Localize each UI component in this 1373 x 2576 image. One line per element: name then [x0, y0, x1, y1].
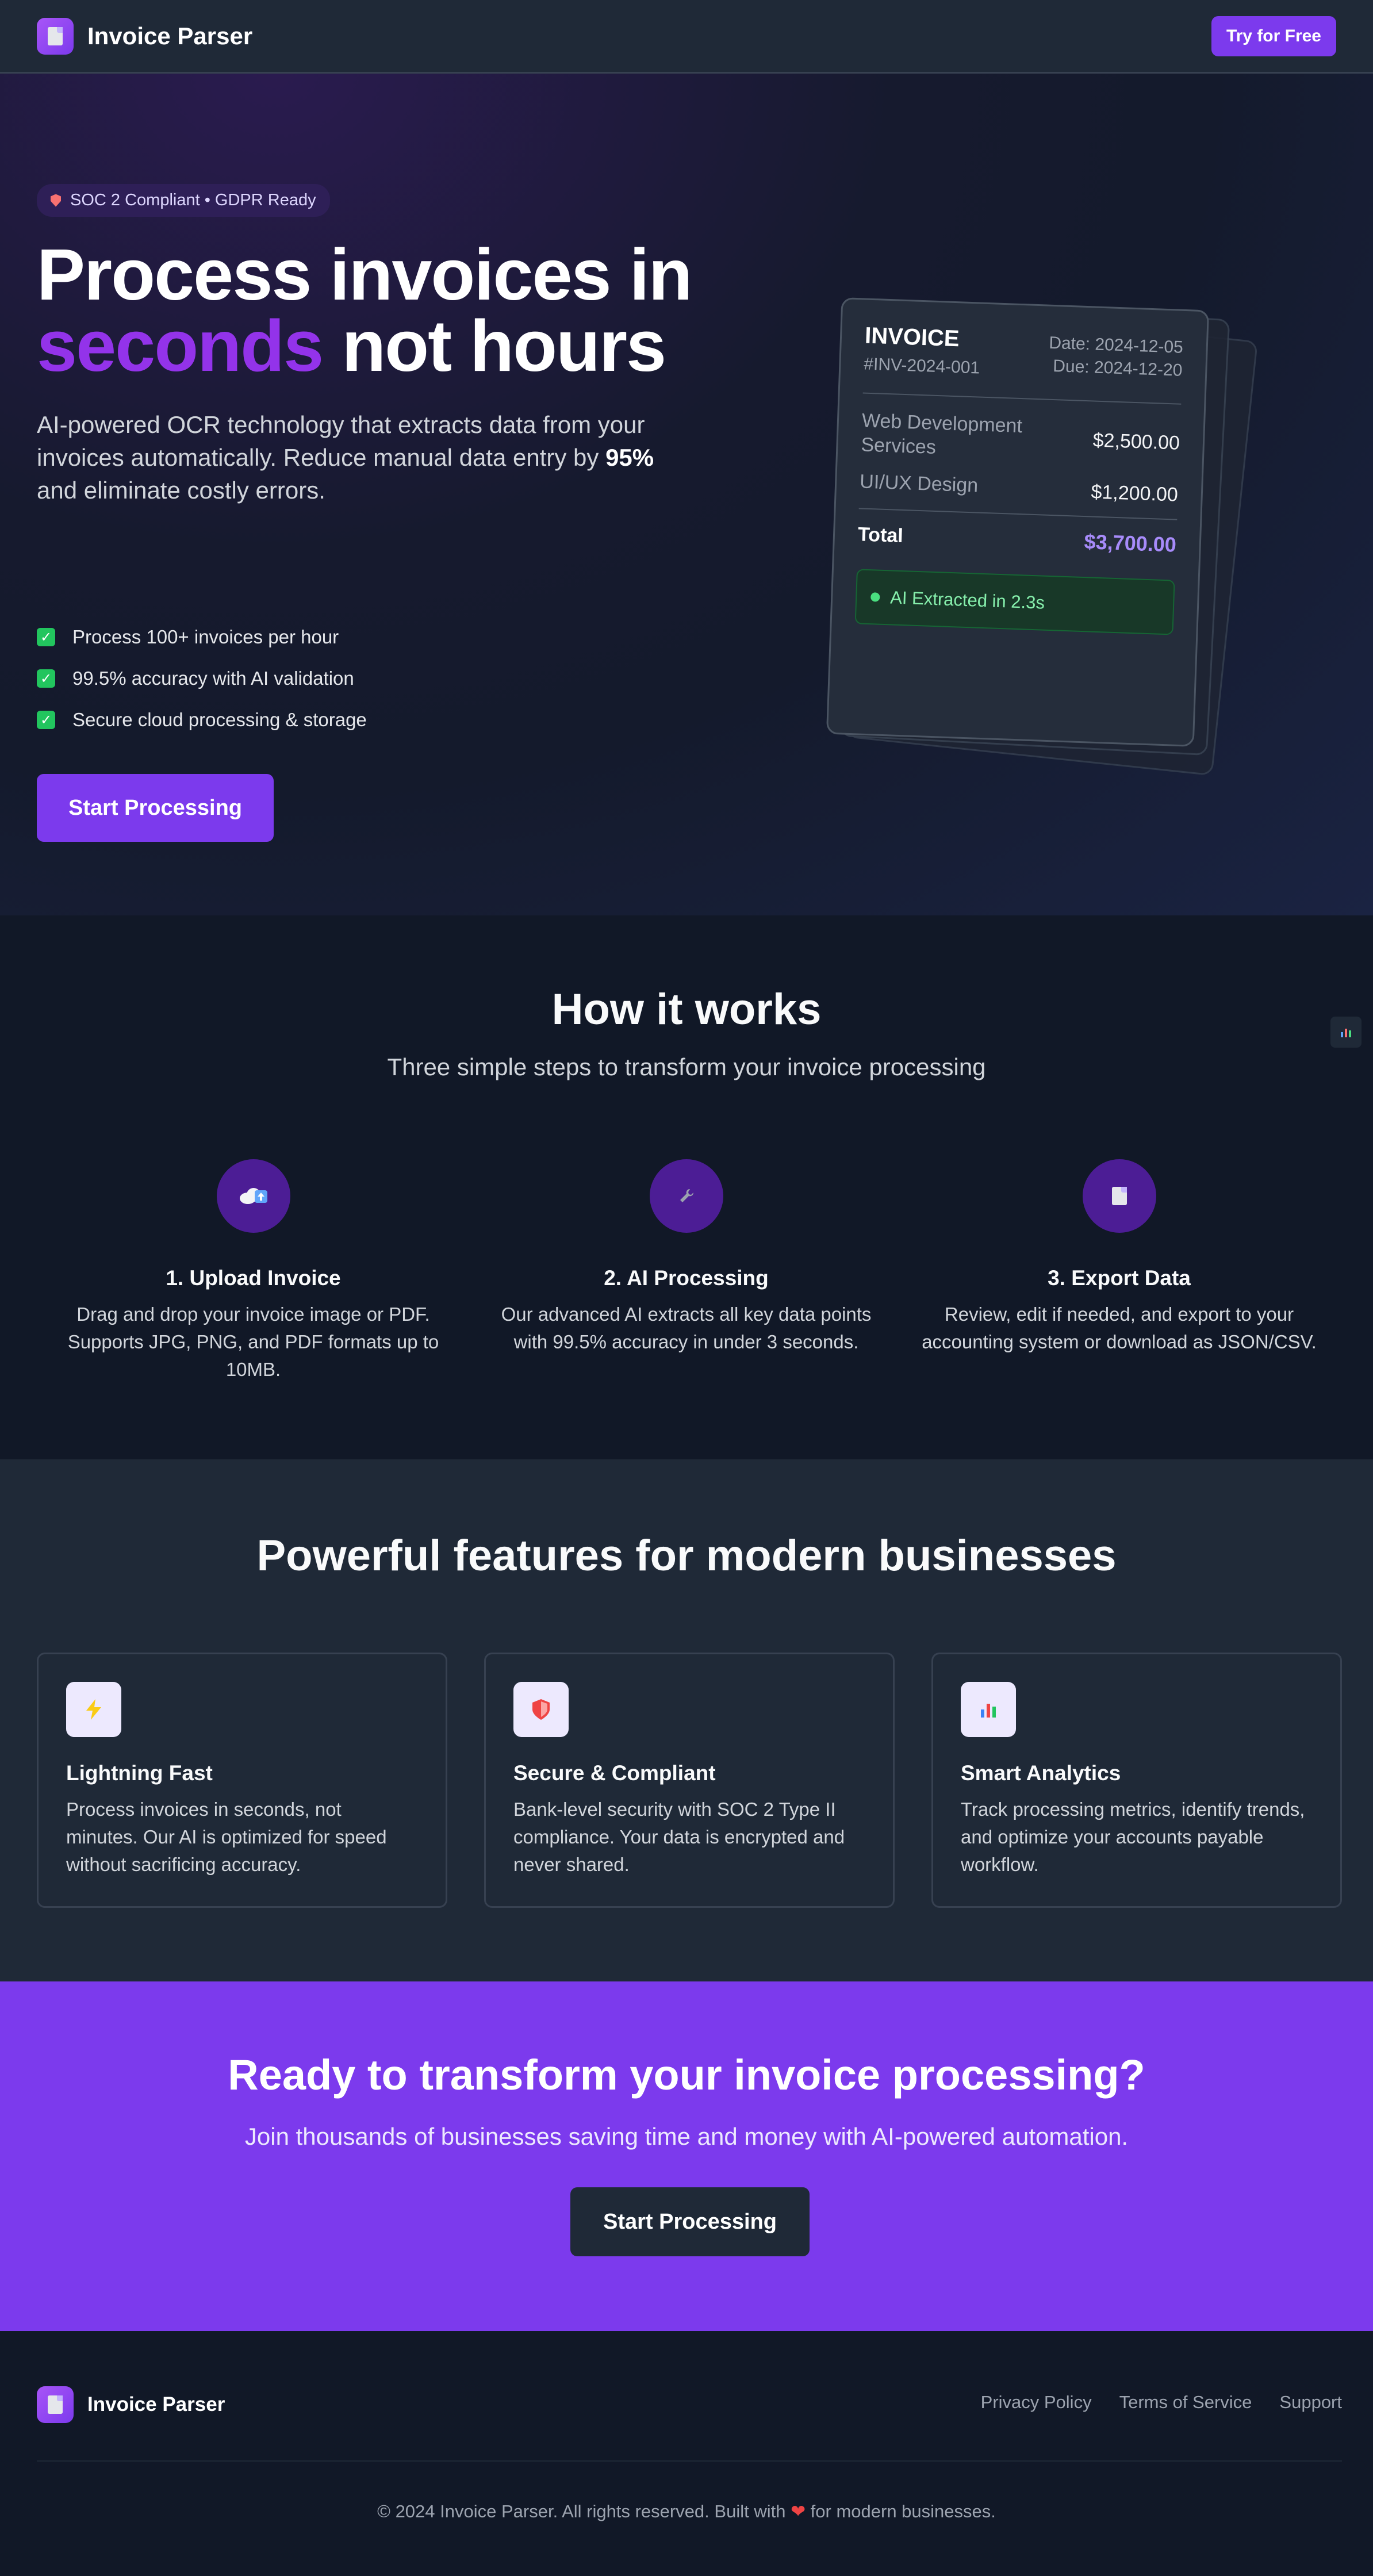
feature-description: Bank-level security with SOC 2 Type II c… — [513, 1799, 845, 1875]
feature-checklist: ✓ Process 100+ invoices per hour ✓ 99.5%… — [37, 616, 367, 741]
copyright-pre: © 2024 Invoice Parser. All rights reserv… — [377, 2501, 791, 2521]
step-upload: 1. Upload Invoice Drag and drop your inv… — [37, 1159, 470, 1383]
cta-start-processing-button[interactable]: Start Processing — [570, 2187, 810, 2256]
checkmark-icon: ✓ — [37, 628, 55, 646]
checklist-text: 99.5% accuracy with AI validation — [72, 668, 354, 689]
hero-title-line1: Process invoices in — [37, 234, 693, 315]
invoice-card: INVOICE #INV-2024-001 Date: 2024-12-05 D… — [826, 297, 1210, 747]
start-processing-button[interactable]: Start Processing — [37, 774, 274, 842]
cta-section: Ready to transform your invoice processi… — [0, 1981, 1373, 2331]
step-ai-processing: 2. AI Processing Our advanced AI extract… — [470, 1159, 903, 1383]
hero-subtitle: AI-powered OCR technology that extracts … — [37, 408, 686, 507]
terms-of-service-link[interactable]: Terms of Service — [1119, 2392, 1252, 2413]
how-it-works-section: How it works Three simple steps to trans… — [0, 915, 1373, 1459]
logo-document-icon — [37, 17, 74, 55]
steps-list: 1. Upload Invoice Drag and drop your inv… — [37, 1159, 1336, 1383]
section-subtitle: Three simple steps to transform your inv… — [387, 1053, 986, 1080]
feature-card: Smart Analytics Track processing metrics… — [931, 1653, 1342, 1908]
total-label: Total — [857, 523, 904, 547]
features-section: Powerful features for modern businesses … — [0, 1459, 1373, 1981]
section-title: How it works — [551, 985, 822, 1034]
brand-name: Invoice Parser — [87, 22, 253, 49]
feature-description: Track processing metrics, identify trend… — [961, 1799, 1305, 1875]
logo-document-icon — [37, 2386, 74, 2423]
status-dot-icon — [870, 592, 880, 602]
total-amount: $3,700.00 — [1084, 530, 1177, 557]
line-item-amount: $1,200.00 — [1090, 481, 1179, 506]
invoice-preview: INVOICE #INV-2024-001 Date: 2024-12-05 D… — [816, 240, 1276, 815]
step-description: Our advanced AI extracts all key data po… — [501, 1304, 872, 1352]
invoice-number: #INV-2024-001 — [863, 354, 980, 378]
checklist-item: ✓ Process 100+ invoices per hour — [37, 616, 367, 658]
divider — [862, 392, 1182, 405]
checklist-text: Secure cloud processing & storage — [72, 709, 367, 730]
brand[interactable]: Invoice Parser — [37, 17, 253, 55]
bar-chart-icon — [961, 1682, 1016, 1737]
invoice-total: Total $3,700.00 — [857, 522, 1176, 557]
step-description: Drag and drop your invoice image or PDF.… — [67, 1304, 439, 1380]
footer-brand[interactable]: Invoice Parser — [37, 2386, 225, 2423]
shield-icon — [513, 1682, 569, 1737]
line-item-name: Web Development Services — [860, 409, 1023, 458]
cta-title: Ready to transform your invoice processi… — [228, 2051, 1145, 2099]
footer-divider — [37, 2460, 1342, 2462]
divider — [858, 508, 1178, 520]
feature-title: Secure & Compliant — [513, 1761, 716, 1785]
section-title: Powerful features for modern businesses — [256, 1531, 1117, 1580]
wrench-icon — [649, 1159, 723, 1233]
step-title: 1. Upload Invoice — [166, 1266, 341, 1290]
bar-chart-icon[interactable] — [1330, 1017, 1362, 1048]
step-title: 3. Export Data — [1048, 1266, 1191, 1290]
feature-description: Process invoices in seconds, not minutes… — [66, 1799, 387, 1875]
heart-icon: ❤ — [791, 2501, 806, 2521]
hero-title: Process invoices in seconds not hours — [37, 239, 727, 382]
checkmark-icon: ✓ — [37, 669, 55, 688]
hero-section: SOC 2 Compliant • GDPR Ready Process inv… — [0, 74, 1373, 915]
checklist-text: Process 100+ invoices per hour — [72, 626, 339, 647]
invoice-line-item: UI/UX Design $1,200.00 — [859, 469, 1179, 506]
cloud-upload-icon — [216, 1159, 290, 1233]
privacy-policy-link[interactable]: Privacy Policy — [981, 2392, 1092, 2413]
step-export: 3. Export Data Review, edit if needed, a… — [903, 1159, 1336, 1383]
footer: Invoice Parser Privacy Policy Terms of S… — [0, 2331, 1373, 2576]
ai-status-badge: AI Extracted in 2.3s — [854, 569, 1175, 635]
try-for-free-button[interactable]: Try for Free — [1211, 16, 1336, 56]
shield-icon — [51, 194, 61, 207]
badge-text: SOC 2 Compliant • GDPR Ready — [70, 191, 316, 209]
hero-subtitle-highlight: 95% — [605, 444, 654, 471]
compliance-badge: SOC 2 Compliant • GDPR Ready — [37, 184, 330, 217]
invoice-due-date: Due: 2024-12-20 — [1052, 356, 1183, 380]
hero-title-line2: not hours — [323, 305, 666, 386]
hero-subtitle-end: and eliminate costly errors. — [37, 477, 325, 504]
feature-title: Lightning Fast — [66, 1761, 213, 1785]
invoice-line-item: Web Development Services $2,500.00 — [861, 408, 1181, 467]
line-item-name: UI/UX Design — [859, 470, 979, 497]
step-description: Review, edit if needed, and export to yo… — [922, 1304, 1317, 1352]
copyright-post: for modern businesses. — [806, 2501, 996, 2521]
lightning-icon — [66, 1682, 121, 1737]
checkmark-icon: ✓ — [37, 711, 55, 729]
line-item-amount: $2,500.00 — [1092, 429, 1180, 454]
feature-card: Secure & Compliant Bank-level security w… — [484, 1653, 895, 1908]
footer-links: Privacy Policy Terms of Service Support — [981, 2392, 1342, 2413]
features-grid: Lightning Fast Process invoices in secon… — [37, 1653, 1342, 1908]
cta-subtitle: Join thousands of businesses saving time… — [244, 2123, 1129, 2150]
hero-title-accent: seconds — [37, 305, 324, 386]
step-title: 2. AI Processing — [604, 1266, 769, 1290]
top-nav: Invoice Parser Try for Free — [0, 0, 1373, 74]
support-link[interactable]: Support — [1279, 2392, 1342, 2413]
checklist-item: ✓ Secure cloud processing & storage — [37, 699, 367, 741]
feature-card: Lightning Fast Process invoices in secon… — [37, 1653, 447, 1908]
feature-title: Smart Analytics — [961, 1761, 1121, 1785]
document-icon — [1082, 1159, 1156, 1233]
ai-status-text: AI Extracted in 2.3s — [889, 587, 1045, 613]
checklist-item: ✓ 99.5% accuracy with AI validation — [37, 658, 367, 699]
hero-subtitle-text: AI-powered OCR technology that extracts … — [37, 411, 645, 471]
copyright-text: © 2024 Invoice Parser. All rights reserv… — [0, 2501, 1373, 2522]
invoice-title: INVOICE — [864, 323, 960, 352]
footer-brand-name: Invoice Parser — [87, 2393, 225, 2416]
